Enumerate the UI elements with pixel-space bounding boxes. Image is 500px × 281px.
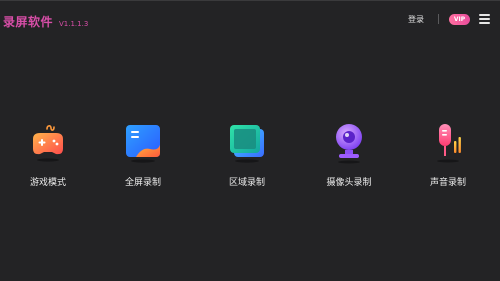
tile-fullscreen-record[interactable]: 全屏录制 [103,119,183,199]
fullscreen-icon [120,119,166,165]
tile-label: 声音录制 [429,178,466,188]
tile-audio-record[interactable]: 声音录制 [408,119,488,199]
tile-label: 全屏录制 [124,178,161,188]
app-title: 录屏软件 V1.1.1.3 [3,13,88,30]
tile-camera-record[interactable]: 摄像头录制 [309,119,389,199]
tile-region-record[interactable]: 区域录制 [207,119,287,199]
tile-label: 摄像头录制 [326,178,372,188]
login-button[interactable]: 登录 [408,14,424,25]
header-divider [438,14,439,24]
app-name: 录屏软件 [3,15,54,29]
gamepad-icon [25,119,71,165]
region-icon [224,119,270,165]
menu-icon[interactable] [479,14,490,24]
camera-icon [326,119,372,165]
microphone-icon [425,119,471,165]
app-version: V1.1.1.3 [59,20,89,28]
title-bar: 录屏软件 V1.1.1.3 登录 VIP [0,1,500,37]
vip-badge[interactable]: VIP [449,14,470,25]
tile-label: 游戏模式 [29,178,66,188]
tile-game-mode[interactable]: 游戏模式 [8,119,88,199]
tile-label: 区域录制 [228,178,265,188]
app-window: 录屏软件 V1.1.1.3 登录 VIP 游戏模式 全屏录制 区域录制 摄像头录… [0,0,500,281]
